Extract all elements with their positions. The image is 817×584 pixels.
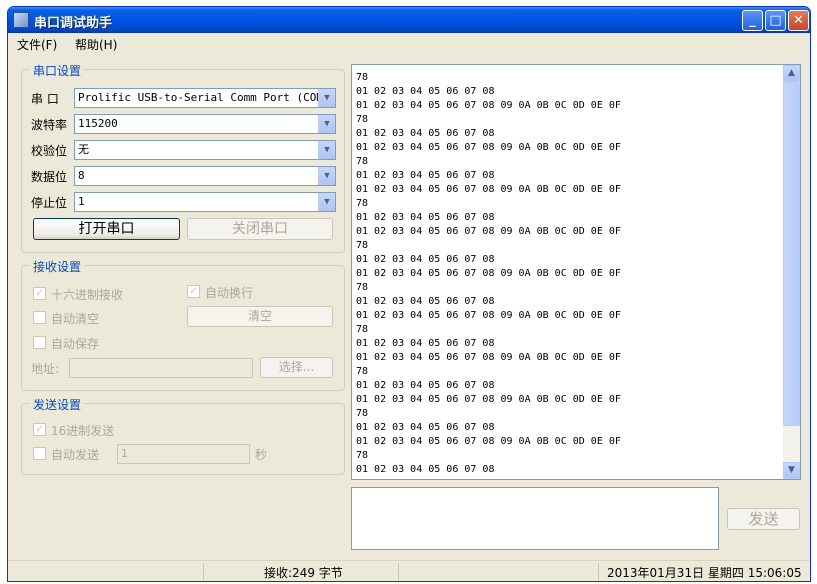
chevron-down-icon[interactable]: ▼ — [318, 141, 335, 159]
check-icon: ✓ — [189, 286, 198, 297]
chevron-down-icon[interactable]: ▼ — [318, 167, 335, 185]
auto-clear-checkbox[interactable] — [33, 311, 46, 324]
scroll-thumb[interactable] — [783, 82, 800, 426]
send-button[interactable]: 发送 — [727, 508, 800, 530]
check-icon: ✓ — [35, 288, 44, 299]
chevron-down-icon[interactable]: ▼ — [318, 89, 335, 107]
baud-label: 波特率 — [31, 118, 68, 132]
stopbits-label: 停止位 — [31, 196, 68, 210]
parity-label: 校验位 — [31, 144, 68, 158]
auto-save-checkbox[interactable] — [33, 336, 46, 349]
auto-save-label: 自动保存 — [51, 337, 100, 351]
status-bar: 接收:249 字节 2013年01月31日 星期四 15:06:05 — [8, 560, 810, 581]
hex-send-label: 16进制发送 — [51, 424, 115, 438]
close-port-button[interactable]: 关闭串口 — [187, 218, 333, 240]
databits-select[interactable]: 8 ▼ — [74, 166, 336, 186]
menu-help[interactable]: 帮助(H) — [75, 36, 117, 53]
auto-send-checkbox[interactable] — [33, 447, 46, 460]
status-separator — [203, 563, 204, 581]
window-title: 串口调试助手 — [34, 16, 113, 31]
select-path-button[interactable]: 选择... — [260, 357, 333, 378]
maximize-button[interactable]: □ — [765, 10, 786, 31]
auto-send-label: 自动发送 — [51, 448, 100, 462]
auto-clear-label: 自动清空 — [51, 312, 100, 326]
send-settings-group: 发送设置 — [21, 396, 345, 475]
stopbits-select[interactable]: 1 ▼ — [74, 192, 336, 212]
scroll-down-icon[interactable]: ▼ — [783, 462, 800, 479]
baud-value: 115200 — [78, 117, 118, 130]
parity-select[interactable]: 无 ▼ — [74, 140, 336, 160]
stopbits-value: 1 — [78, 195, 85, 208]
chevron-down-icon[interactable]: ▼ — [318, 115, 335, 133]
address-label: 地址: — [31, 362, 60, 376]
address-field[interactable] — [69, 358, 253, 378]
auto-wrap-label: 自动换行 — [205, 286, 254, 300]
received-data: 78 01 02 03 04 05 06 07 08 01 02 03 04 0… — [356, 72, 621, 479]
scroll-up-icon[interactable]: ▲ — [783, 65, 800, 82]
datetime-status: 2013年01月31日 星期四 15:06:05 — [607, 566, 802, 580]
databits-value: 8 — [78, 169, 85, 182]
hex-receive-label: 十六进制接收 — [51, 288, 124, 302]
receive-textarea[interactable]: 78 01 02 03 04 05 06 07 08 01 02 03 04 0… — [351, 64, 801, 480]
chevron-down-icon[interactable]: ▼ — [318, 193, 335, 211]
received-bytes-status: 接收:249 字节 — [264, 566, 343, 580]
port-label: 串 口 — [31, 92, 59, 106]
status-separator — [598, 563, 599, 581]
app-window: 串口调试助手 _ □ ✕ 文件(F) 帮助(H) 串口设置 串 口 Prolif… — [7, 6, 811, 582]
port-value: Prolific USB-to-Serial Comm Port (COM5) — [78, 91, 336, 104]
baud-select[interactable]: 115200 ▼ — [74, 114, 336, 134]
menu-file[interactable]: 文件(F) — [17, 36, 57, 53]
menu-bar: 文件(F) 帮助(H) — [8, 33, 810, 53]
port-select[interactable]: Prolific USB-to-Serial Comm Port (COM5) … — [74, 88, 336, 108]
auto-wrap-checkbox[interactable]: ✓ — [187, 285, 200, 298]
receive-settings-title: 接收设置 — [30, 258, 85, 275]
serial-settings-title: 串口设置 — [30, 62, 85, 79]
app-icon — [13, 12, 29, 28]
close-button[interactable]: ✕ — [788, 10, 809, 31]
title-bar[interactable]: 串口调试助手 _ □ ✕ — [8, 7, 810, 33]
parity-value: 无 — [78, 143, 89, 156]
check-icon: ✓ — [35, 424, 44, 435]
minimize-button[interactable]: _ — [742, 10, 763, 31]
send-interval-field[interactable]: 1 — [117, 444, 250, 464]
clear-button[interactable]: 清空 — [187, 306, 333, 327]
open-port-button[interactable]: 打开串口 — [33, 218, 180, 240]
vertical-scrollbar[interactable]: ▲ ▼ — [783, 65, 800, 479]
interval-unit-label: 秒 — [255, 448, 268, 462]
hex-send-checkbox[interactable]: ✓ — [33, 423, 46, 436]
status-separator — [398, 563, 399, 581]
send-settings-title: 发送设置 — [30, 396, 85, 413]
send-textarea[interactable] — [351, 487, 719, 550]
hex-receive-checkbox[interactable]: ✓ — [33, 287, 46, 300]
databits-label: 数据位 — [31, 170, 68, 184]
